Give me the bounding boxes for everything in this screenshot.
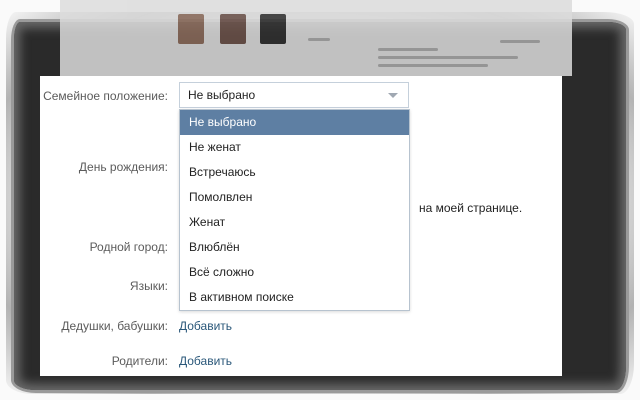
option-not-selected[interactable]: Не выбрано bbox=[180, 110, 409, 135]
background-text bbox=[378, 56, 518, 59]
option-in-love[interactable]: Влюблён bbox=[180, 235, 409, 260]
parents-label: Родители: bbox=[111, 354, 168, 368]
background-page bbox=[60, 0, 572, 76]
option-single[interactable]: Не женат bbox=[180, 135, 409, 160]
friend-avatar bbox=[220, 14, 246, 44]
marital-status-dropdown: Не выбрано Не женат Встречаюсь Помолвлен… bbox=[179, 109, 410, 311]
hometown-label: Родной город: bbox=[89, 240, 168, 254]
friend-avatar bbox=[178, 14, 204, 44]
option-actively-searching[interactable]: В активном поиске bbox=[180, 285, 409, 310]
chevron-down-icon[interactable] bbox=[388, 93, 398, 98]
option-dating[interactable]: Встречаюсь bbox=[180, 160, 409, 185]
friend-avatar bbox=[260, 14, 286, 44]
option-married[interactable]: Женат bbox=[180, 210, 409, 235]
add-parents-link[interactable]: Добавить bbox=[179, 354, 232, 368]
option-engaged[interactable]: Помолвлен bbox=[180, 185, 409, 210]
languages-label: Языки: bbox=[129, 279, 168, 293]
background-text bbox=[308, 38, 330, 41]
background-text bbox=[378, 48, 438, 51]
background-text bbox=[378, 64, 488, 67]
grandparents-label: Дедушки, бабушки: bbox=[61, 319, 168, 333]
marital-status-label: Семейное положение: bbox=[43, 89, 168, 103]
marital-status-select[interactable]: Не выбрано bbox=[179, 82, 409, 108]
birthday-label: День рождения: bbox=[78, 160, 168, 174]
birthday-visibility-note: на моей странице. bbox=[419, 201, 523, 215]
option-complicated[interactable]: Всё сложно bbox=[180, 260, 409, 285]
background-text bbox=[500, 40, 540, 43]
add-grandparents-link[interactable]: Добавить bbox=[179, 319, 232, 333]
marital-status-value: Не выбрано bbox=[188, 88, 256, 102]
